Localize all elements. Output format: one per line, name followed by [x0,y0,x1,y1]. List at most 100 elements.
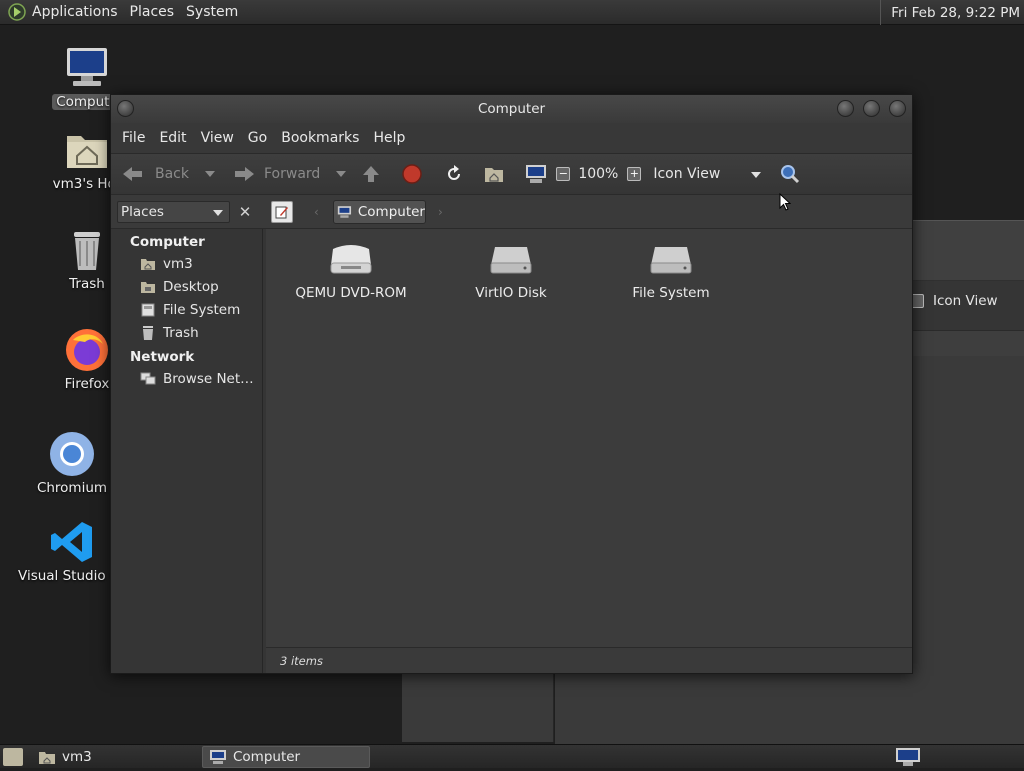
menu-view[interactable]: View [194,130,241,146]
status-bar: 3 items [266,647,912,673]
back-arrow-icon [123,167,142,181]
window-menu-button[interactable] [117,100,134,117]
desktop-icon-label: Visual Studio Co [18,568,128,584]
content-area[interactable]: QEMU DVD-ROM VirtIO Disk File System [266,229,912,647]
background-view-mode-label: Icon View [933,293,998,309]
mouse-cursor-icon [779,193,791,211]
hard-disk-icon [490,247,532,274]
drive-item-qemu-dvd-rom[interactable]: QEMU DVD-ROM [286,241,416,301]
menubar: File Edit View Go Bookmarks Help [111,123,912,153]
path-button-label: Computer [357,204,425,220]
home-folder-icon [485,168,504,182]
home-folder-icon [63,126,111,174]
sidebar-item-vm3[interactable]: vm3 [140,256,193,272]
window-titlebar[interactable]: Computer [111,95,912,123]
location-bar: Places ✕ ‹ Computer › [111,195,912,229]
edit-location-icon [275,206,288,219]
computer-icon [210,750,226,764]
background-window-fragment[interactable] [402,674,554,742]
back-history-chevron-down-icon[interactable] [205,171,215,177]
applications-menu[interactable]: Applications [28,0,126,25]
desktop-icon-chromium[interactable]: Chromium [22,430,122,496]
menu-help[interactable]: Help [366,130,412,146]
sidebar-item-desktop[interactable]: Desktop [140,279,219,295]
home-button[interactable] [483,163,505,185]
sidebar-item-file-system[interactable]: File System [140,302,240,318]
up-arrow-icon [363,166,380,182]
file-manager-window[interactable]: Computer File Edit View Go Bookmarks Hel… [110,94,913,674]
desktop-icon-vscode[interactable]: Visual Studio Co [18,518,128,584]
trash-icon [63,226,111,274]
stop-button[interactable] [401,163,423,185]
computer-button[interactable] [524,163,548,185]
workspace-switcher-computer-icon[interactable] [893,747,923,767]
places-sidebar: Computer vm3 Desktop File System Trash N… [111,229,263,673]
view-mode-label: Icon View [653,166,721,182]
system-menu[interactable]: System [182,0,246,25]
drive-item-label: QEMU DVD-ROM [295,285,407,301]
sidebar-item-trash[interactable]: Trash [140,325,199,341]
show-desktop-icon[interactable] [3,748,23,766]
forward-history-chevron-down-icon[interactable] [336,171,347,177]
location-toggle-button[interactable] [271,201,293,223]
view-mode-chevron-down-icon [751,172,762,178]
taskbar-item-label: vm3 [62,749,92,765]
menu-go[interactable]: Go [241,130,274,146]
bottom-panel: vm3 Computer [0,744,1024,768]
sidebar-item-label: File System [163,302,241,318]
search-button[interactable] [779,163,801,185]
sidebar-section-computer: Computer [130,234,205,250]
drive-item-virtio-disk[interactable]: VirtIO Disk [446,241,576,301]
drive-item-file-system[interactable]: File System [606,241,736,301]
optical-drive-icon [330,245,372,274]
back-button[interactable]: Back [121,164,189,184]
taskbar-item-computer[interactable]: Computer [202,746,370,768]
close-button[interactable] [889,100,906,117]
forward-arrow-icon [235,167,254,181]
network-icon [140,371,156,387]
computer-icon [526,165,547,183]
trash-icon [140,325,156,341]
sidebar-section-network: Network [130,349,195,365]
close-sidebar-icon[interactable]: ✕ [235,201,255,223]
reload-button[interactable] [443,163,465,185]
clock[interactable]: Fri Feb 28, 9:22 PM [880,0,1024,25]
zoom-out-button[interactable]: − [556,167,571,181]
hard-disk-icon [650,247,692,274]
forward-button[interactable]: Forward [232,164,320,184]
path-scroll-left-icon[interactable]: ‹ [314,205,319,219]
window-title: Computer [477,101,546,117]
zoom-out-icon: − [556,167,571,181]
up-button[interactable] [360,163,382,185]
drive-item-label: VirtIO Disk [475,285,547,301]
search-icon [781,165,800,184]
taskbar-item-vm3[interactable]: vm3 [32,746,200,768]
places-menu[interactable]: Places [126,0,183,25]
main-menu-logo-icon[interactable] [6,1,28,23]
maximize-button[interactable] [863,100,880,117]
sidebar-selector[interactable]: Places [117,201,230,223]
sidebar-selector-chevron-down-icon [213,210,223,216]
forward-label: Forward [264,166,321,182]
path-button-computer[interactable]: Computer [333,200,426,224]
firefox-icon [63,326,111,374]
drive-item-label: File System [632,285,710,301]
minimize-button[interactable] [837,100,854,117]
home-folder-icon [39,752,55,764]
menu-bookmarks[interactable]: Bookmarks [274,130,366,146]
zoom-in-icon: + [627,167,642,181]
view-mode-select[interactable]: Icon View [653,166,762,182]
zoom-in-button[interactable]: + [627,167,642,181]
toolbar: Back Forward − 100% + Icon View [111,153,912,195]
back-label: Back [155,166,189,182]
vscode-icon [48,518,96,566]
background-view-mode[interactable]: Icon View [910,293,998,309]
desktop-icon [140,279,156,295]
sidebar-selector-label: Places [121,204,164,220]
menu-edit[interactable]: Edit [152,130,193,146]
path-scroll-right-icon[interactable]: › [438,205,443,219]
menu-file[interactable]: File [115,130,152,146]
computer-icon [63,44,111,92]
sidebar-item-browse-network[interactable]: Browse Net… [140,371,254,387]
zoom-level[interactable]: 100% [578,166,618,182]
